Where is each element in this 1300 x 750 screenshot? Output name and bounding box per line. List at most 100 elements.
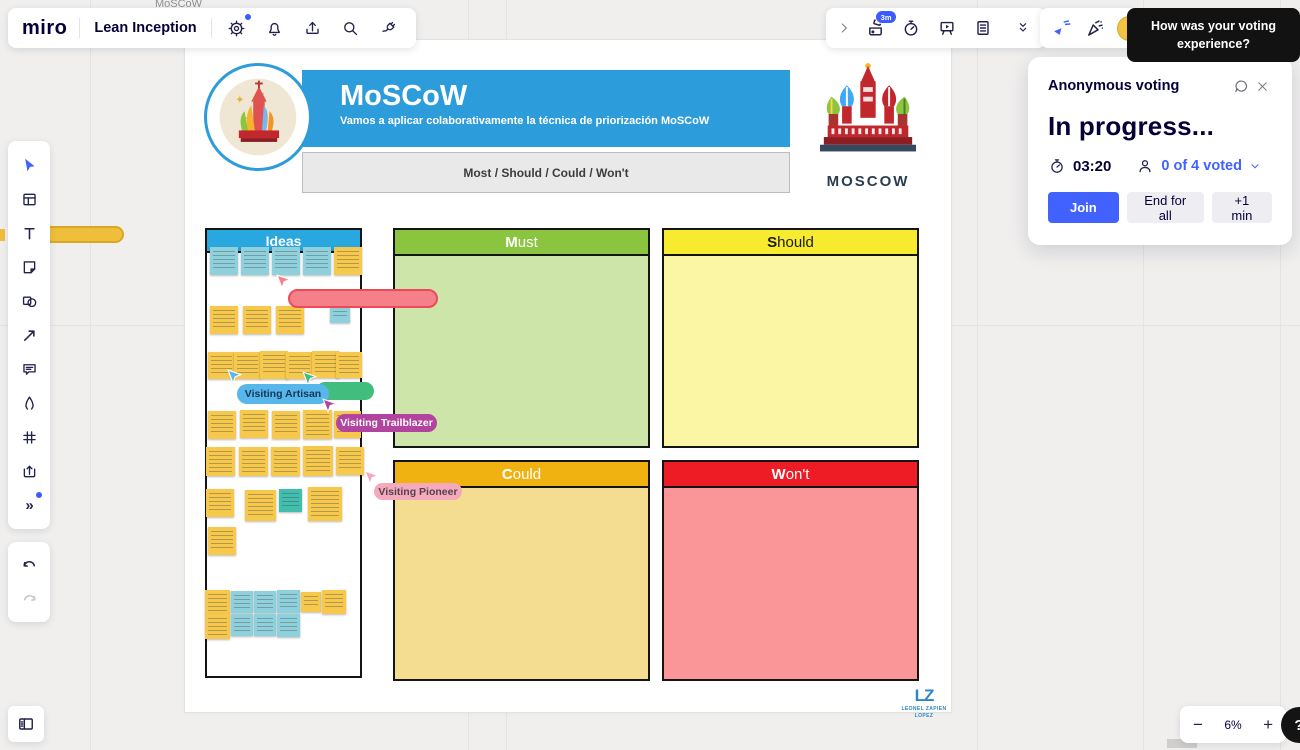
- text-tool[interactable]: [12, 216, 46, 250]
- collapse-icon[interactable]: [1010, 15, 1036, 41]
- sticky-note[interactable]: [301, 592, 321, 612]
- sticky-note[interactable]: [206, 447, 235, 476]
- board-header-subtitle: Vamos a aplicar colaborativamente la téc…: [340, 115, 790, 127]
- voting-panel-title: Anonymous voting: [1048, 78, 1230, 94]
- notes-icon[interactable]: [970, 15, 996, 41]
- method-bar[interactable]: Most / Should / Could / Won't: [302, 152, 790, 193]
- divider: [211, 18, 212, 38]
- author-logo: LZ: [897, 686, 951, 706]
- sticky-note[interactable]: [303, 446, 333, 476]
- sticky-note[interactable]: [277, 614, 300, 637]
- sticky-note[interactable]: [241, 247, 269, 275]
- svg-text:✦: ✦: [235, 95, 245, 107]
- canvas-gridline: [977, 0, 978, 750]
- zoom-out-button[interactable]: −: [1193, 716, 1203, 733]
- moscow-figure[interactable]: MOSCOW: [818, 58, 918, 190]
- author-credit: LZ LEONEL ZAPIEN LOPEZ: [897, 686, 951, 720]
- sticky-note[interactable]: [260, 351, 288, 379]
- sticky-note[interactable]: [240, 410, 268, 438]
- comment-icon[interactable]: [1230, 73, 1252, 99]
- chevron-down-icon[interactable]: [1249, 160, 1261, 172]
- sticky-note[interactable]: [308, 487, 342, 521]
- sticky-note[interactable]: [336, 447, 364, 475]
- notification-dot: [36, 492, 42, 498]
- moscow-caption: MOSCOW: [818, 173, 918, 190]
- timer-icon[interactable]: [898, 15, 924, 41]
- sticky-note[interactable]: [210, 306, 238, 334]
- cathedral-badge-illustration: ✦ ✚ •: [212, 71, 304, 163]
- sticky-note[interactable]: [231, 614, 253, 636]
- sticky-note[interactable]: [272, 411, 300, 439]
- sticky-note[interactable]: [254, 614, 276, 636]
- sticky-note[interactable]: [279, 489, 302, 512]
- sticky-note[interactable]: [206, 489, 234, 517]
- divider: [79, 18, 80, 38]
- sticky-note-tool[interactable]: [12, 250, 46, 284]
- sticky-note[interactable]: [210, 247, 238, 275]
- sticky-note[interactable]: [303, 247, 331, 275]
- undo-icon[interactable]: [12, 548, 46, 582]
- quadrant-wont[interactable]: Won't: [662, 460, 919, 681]
- templates-tool[interactable]: [12, 182, 46, 216]
- tool-sidebar: »: [8, 141, 50, 529]
- bell-icon[interactable]: [262, 15, 288, 41]
- voting-panel: Anonymous voting In progress... 03:20: [1028, 57, 1292, 245]
- connector-tool[interactable]: [12, 318, 46, 352]
- sticky-note[interactable]: [336, 352, 362, 378]
- join-button[interactable]: Join: [1048, 192, 1119, 223]
- quadrant-should-title: Should: [664, 230, 917, 255]
- reactions-toolbar: [1040, 8, 1138, 48]
- upload-tool[interactable]: [12, 454, 46, 488]
- extend-time-button[interactable]: +1 min: [1212, 192, 1272, 223]
- sticky-note[interactable]: [208, 527, 236, 555]
- quadrant-should-body[interactable]: [664, 256, 917, 446]
- voting-icon[interactable]: 3m: [862, 15, 888, 41]
- zoom-level[interactable]: 6%: [1224, 718, 1241, 732]
- canvas-gridline: [90, 0, 91, 750]
- end-for-all-button[interactable]: End for all: [1127, 192, 1204, 223]
- shapes-tool[interactable]: [12, 284, 46, 318]
- sticky-note[interactable]: [243, 306, 271, 334]
- select-tool[interactable]: [12, 148, 46, 182]
- redo-icon[interactable]: [12, 582, 46, 616]
- sticky-note[interactable]: [205, 590, 230, 615]
- quadrant-could-body[interactable]: [395, 488, 648, 679]
- canvas[interactable]: MoSCoW ✦ ✚ • MoSCoW: [0, 0, 1300, 750]
- voting-count[interactable]: 0 of 4 voted: [1161, 158, 1242, 174]
- sticky-note[interactable]: [276, 306, 304, 334]
- quadrant-should[interactable]: Should: [662, 228, 919, 448]
- search-icon[interactable]: [338, 15, 364, 41]
- zoom-in-button[interactable]: +: [1263, 716, 1273, 733]
- presentation-icon[interactable]: [934, 15, 960, 41]
- sticky-note[interactable]: [322, 590, 346, 614]
- sticky-note[interactable]: [205, 614, 230, 639]
- laser-pointer-icon[interactable]: [1050, 15, 1072, 41]
- gear-icon[interactable]: [224, 15, 250, 41]
- sticky-note[interactable]: [277, 590, 300, 613]
- comment-tool[interactable]: [12, 352, 46, 386]
- pen-tool[interactable]: [12, 386, 46, 420]
- sticky-note[interactable]: [245, 490, 276, 521]
- board-header-banner[interactable]: MoSCoW Vamos a aplicar colaborativamente…: [302, 70, 790, 147]
- sticky-note[interactable]: [231, 591, 253, 613]
- frame-tool[interactable]: [12, 420, 46, 454]
- plug-icon[interactable]: [376, 15, 402, 41]
- quadrant-wont-title: Won't: [664, 462, 917, 487]
- sticky-note[interactable]: [254, 591, 276, 613]
- board-header-badge[interactable]: ✦ ✚ •: [204, 63, 312, 171]
- more-tools[interactable]: »: [12, 488, 46, 522]
- miro-logo[interactable]: miro: [22, 17, 67, 40]
- sticky-note[interactable]: [272, 247, 300, 275]
- sticky-note[interactable]: [239, 447, 268, 476]
- sticky-note[interactable]: [208, 411, 236, 439]
- chevron-right-icon[interactable]: [836, 15, 852, 41]
- sticky-note[interactable]: [271, 447, 300, 476]
- close-icon[interactable]: [1252, 73, 1272, 99]
- panel-toggle-button[interactable]: [8, 706, 44, 742]
- confetti-icon[interactable]: [1084, 15, 1105, 41]
- export-icon[interactable]: [300, 15, 326, 41]
- notification-dot: [245, 14, 251, 20]
- board-name[interactable]: Lean Inception: [92, 20, 198, 36]
- sticky-note[interactable]: [334, 247, 362, 275]
- quadrant-wont-body[interactable]: [664, 488, 917, 679]
